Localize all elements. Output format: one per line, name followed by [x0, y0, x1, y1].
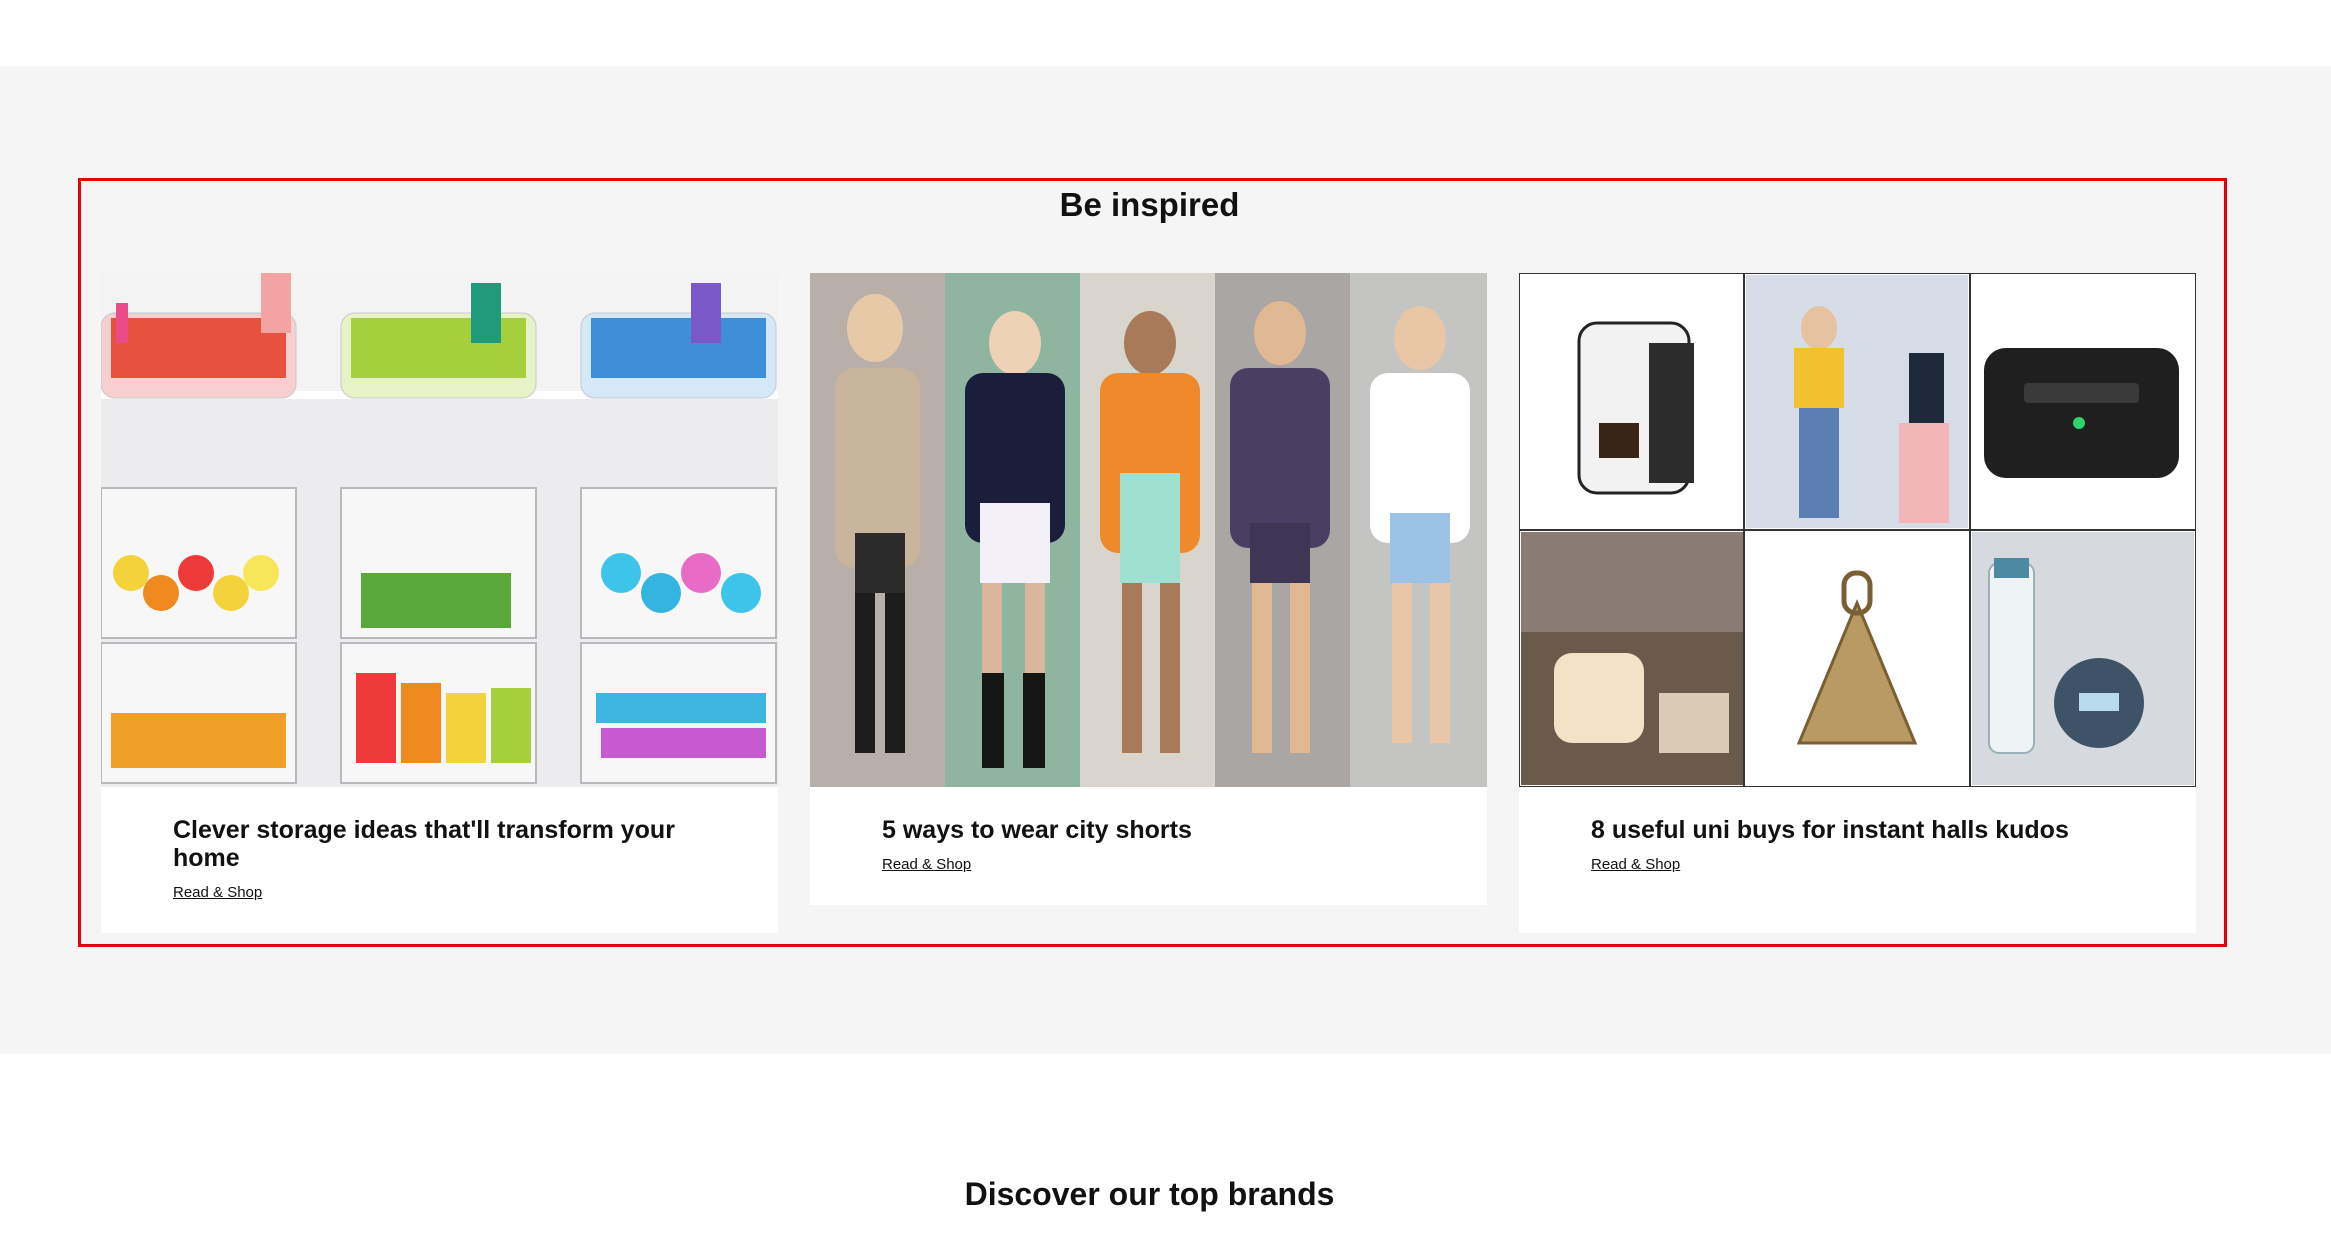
page: Be inspired Clever storage ideas that'll… — [0, 0, 2331, 1240]
highlight-box — [78, 178, 2227, 947]
top-strip — [0, 0, 2331, 66]
section-title-top-brands: Discover our top brands — [964, 1176, 1335, 1212]
